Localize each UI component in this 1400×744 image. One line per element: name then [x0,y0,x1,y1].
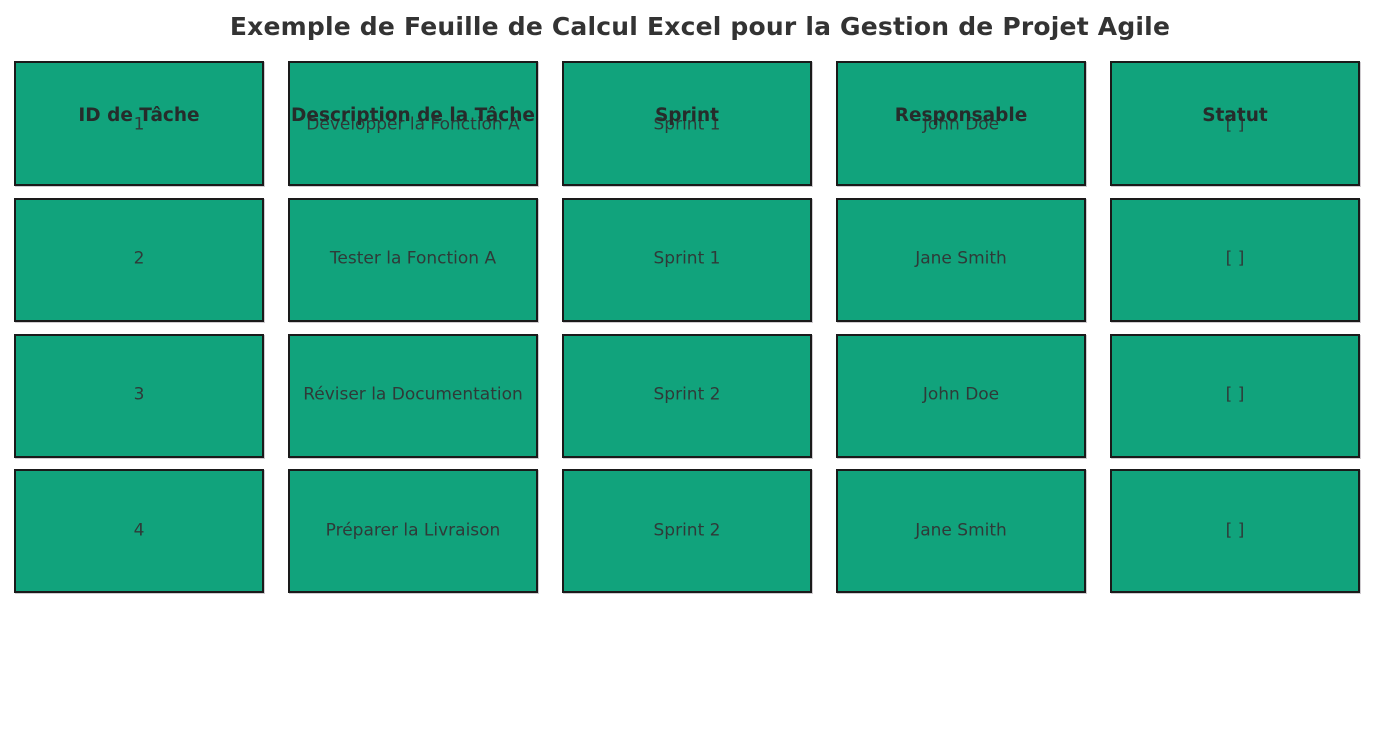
table-cell-statut-row3[interactable] [1110,334,1360,458]
table-cell-responsable-row3[interactable] [836,334,1086,458]
table-cell-sprint-row3[interactable] [562,334,812,458]
table-cell-description-row1[interactable] [288,61,538,186]
table-cell-responsable-row1[interactable] [836,61,1086,186]
table-cell-id-row3[interactable] [14,334,264,458]
table-cell-id-row4[interactable] [14,469,264,593]
table-cell-responsable-row4[interactable] [836,469,1086,593]
table-cell-sprint-row1[interactable] [562,61,812,186]
table-cell-statut-row2[interactable] [1110,198,1360,322]
table-cell-statut-row4[interactable] [1110,469,1360,593]
table-cell-description-row2[interactable] [288,198,538,322]
spreadsheet-table: 1 Développer la Fonction A Sprint 1 John Do… [0,0,1400,744]
table-cell-id-row1[interactable] [14,61,264,186]
table-cell-description-row3[interactable] [288,334,538,458]
table-cell-sprint-row4[interactable] [562,469,812,593]
table-cell-statut-row1[interactable] [1110,61,1360,186]
table-cell-description-row4[interactable] [288,469,538,593]
table-cell-responsable-row2[interactable] [836,198,1086,322]
table-cell-id-row2[interactable] [14,198,264,322]
table-cell-sprint-row2[interactable] [562,198,812,322]
